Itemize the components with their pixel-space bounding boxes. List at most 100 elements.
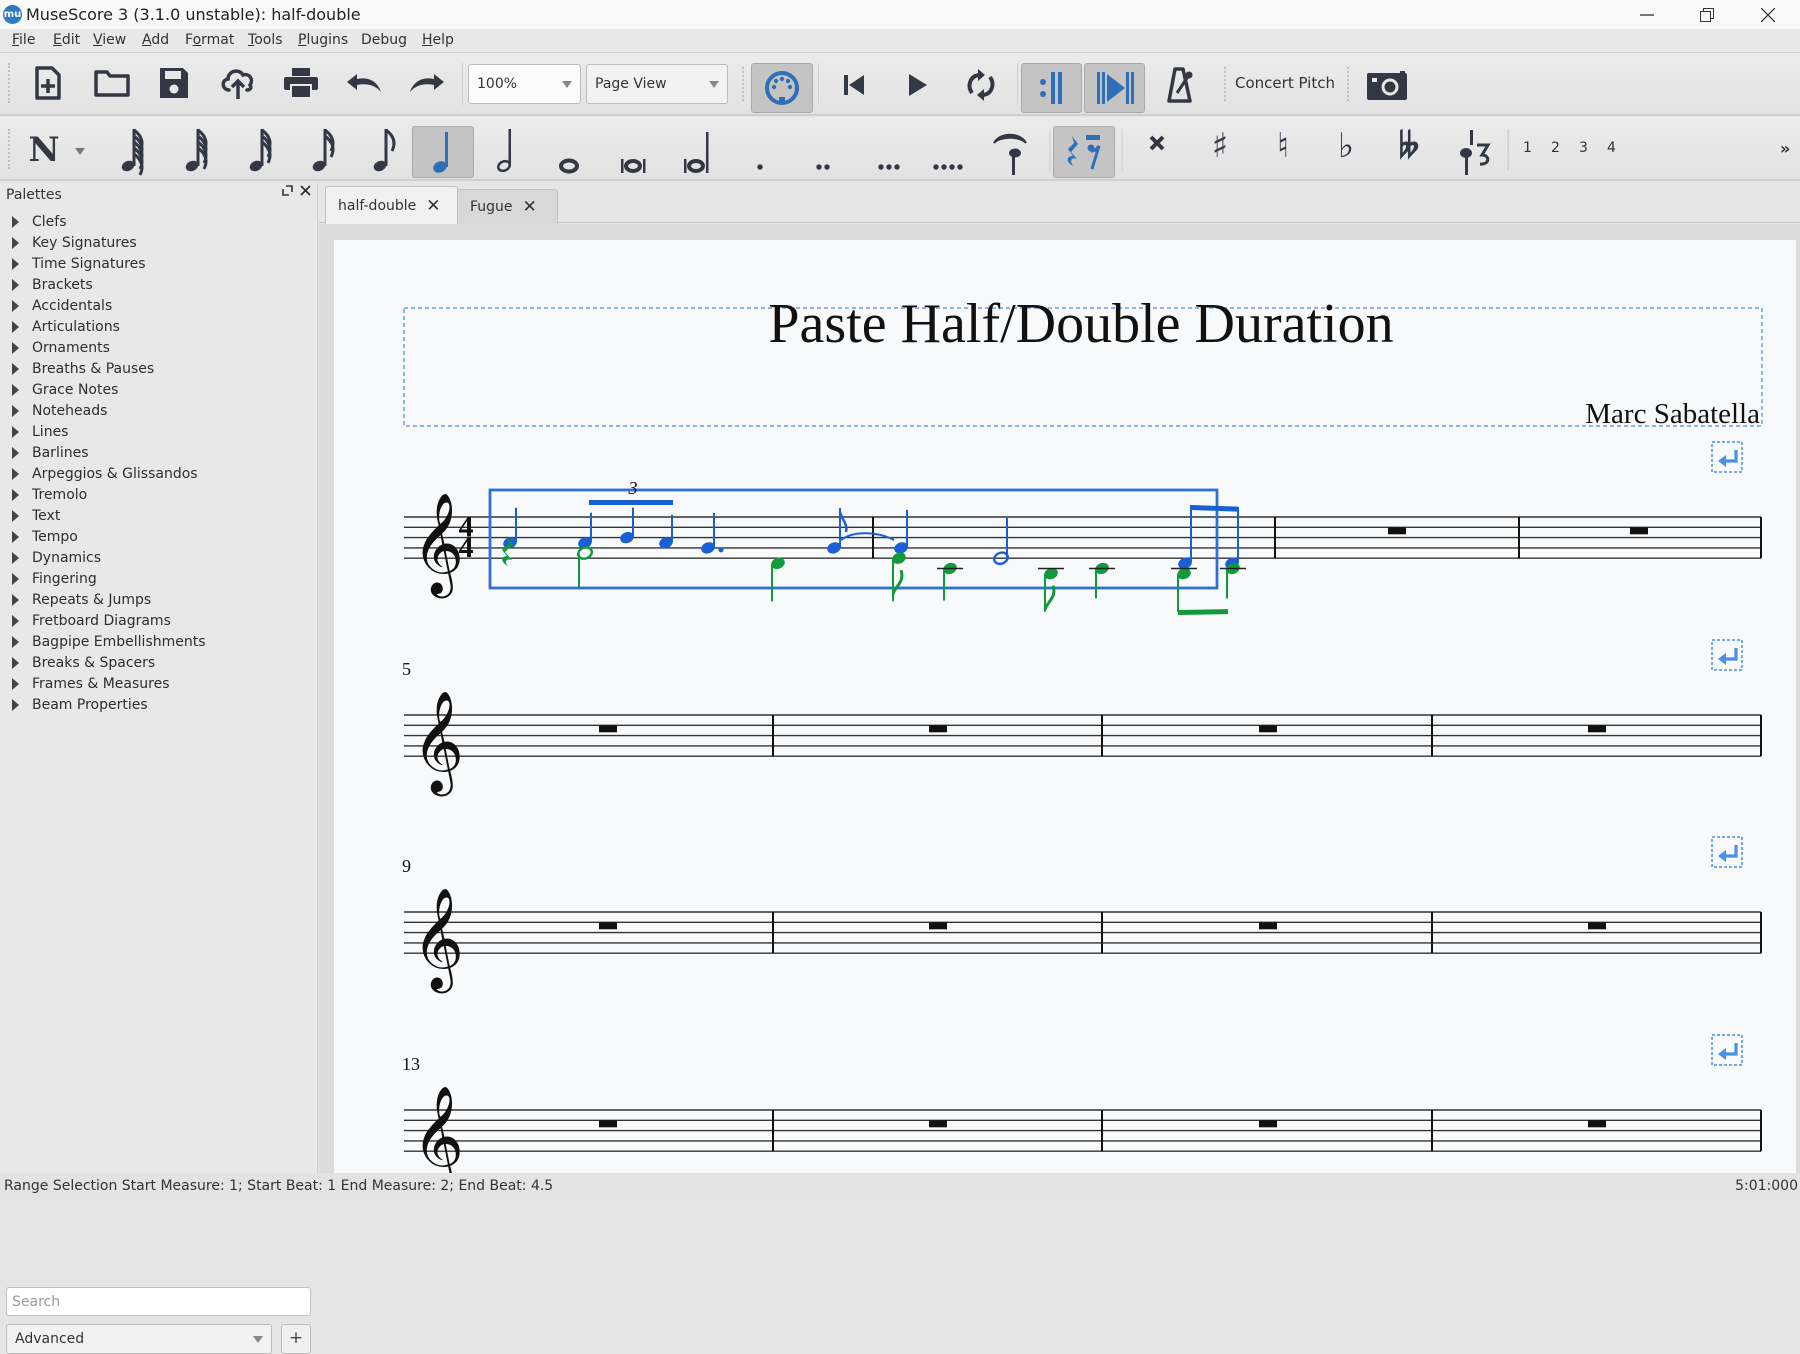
menu-view[interactable]: View bbox=[93, 32, 126, 48]
line-break-marker[interactable] bbox=[1711, 836, 1743, 868]
pan-score-toggle[interactable] bbox=[1084, 63, 1145, 113]
palette-brackets[interactable]: Brackets bbox=[12, 274, 93, 295]
redo-button[interactable] bbox=[405, 63, 449, 103]
metronome-button[interactable] bbox=[1160, 63, 1200, 107]
palette-frames-measures[interactable]: Frames & Measures bbox=[12, 673, 170, 694]
new-score-button[interactable] bbox=[28, 63, 68, 103]
treble-clef-icon[interactable]: 𝄞 bbox=[412, 689, 464, 797]
save-button[interactable] bbox=[153, 63, 195, 103]
duration-eighth-button[interactable] bbox=[372, 128, 396, 173]
voice-2-button[interactable]: 2 bbox=[1551, 140, 1560, 156]
toolbar-grip[interactable] bbox=[8, 63, 12, 103]
whole-rest[interactable] bbox=[1588, 922, 1606, 930]
whole-rest[interactable] bbox=[599, 725, 617, 733]
palette-tempo[interactable]: Tempo bbox=[12, 526, 78, 547]
duration-longa-button[interactable] bbox=[684, 132, 709, 173]
minimize-button[interactable] bbox=[1618, 0, 1676, 29]
loop-playback-button[interactable] bbox=[961, 63, 1001, 107]
time-signature[interactable]: 4 bbox=[459, 531, 474, 564]
whole-rest[interactable] bbox=[1259, 922, 1277, 930]
menu-edit[interactable]: Edit bbox=[53, 32, 80, 48]
treble-clef-icon[interactable]: 𝄞 bbox=[412, 491, 464, 599]
score-title[interactable]: Paste Half/Double Duration bbox=[768, 293, 1393, 355]
rewind-button[interactable] bbox=[834, 65, 874, 105]
workspace-select[interactable]: Advanced bbox=[6, 1324, 272, 1354]
duration-whole-icon[interactable] bbox=[559, 158, 579, 174]
menu-format[interactable]: Format bbox=[185, 32, 234, 48]
note[interactable] bbox=[769, 556, 786, 602]
palette-key-signatures[interactable]: Key Signatures bbox=[12, 232, 137, 253]
note[interactable] bbox=[657, 514, 674, 551]
palette-articulations[interactable]: Articulations bbox=[12, 316, 120, 337]
flip-direction-button[interactable] bbox=[1460, 130, 1491, 175]
whole-rest[interactable] bbox=[1588, 1120, 1606, 1128]
concert-pitch-toggle[interactable]: Concert Pitch bbox=[1235, 69, 1335, 97]
duration-breve-button[interactable] bbox=[621, 159, 646, 173]
whole-rest[interactable] bbox=[1588, 725, 1606, 733]
note[interactable] bbox=[618, 507, 635, 546]
line-break-marker[interactable] bbox=[1711, 1034, 1743, 1066]
palette-time-signatures[interactable]: Time Signatures bbox=[12, 253, 146, 274]
palette-repeats-jumps[interactable]: Repeats & Jumps bbox=[12, 589, 151, 610]
palette-breaks-spacers[interactable]: Breaks & Spacers bbox=[12, 652, 155, 673]
upload-cloud-button[interactable] bbox=[216, 63, 260, 103]
duration-quarter-button[interactable] bbox=[412, 126, 474, 178]
undock-panel-button[interactable] bbox=[282, 185, 293, 200]
note[interactable] bbox=[890, 551, 907, 602]
toolbar-grip[interactable] bbox=[742, 67, 746, 101]
score-composer[interactable]: Marc Sabatella bbox=[1585, 398, 1760, 430]
menu-help[interactable]: Help bbox=[422, 32, 454, 48]
duration-64th-button[interactable] bbox=[120, 128, 144, 176]
toolbar-overflow-button[interactable]: » bbox=[1780, 139, 1790, 158]
palette-noteheads[interactable]: Noteheads bbox=[12, 400, 107, 421]
line-break-marker[interactable] bbox=[1711, 441, 1743, 473]
whole-rest[interactable] bbox=[1259, 1120, 1277, 1128]
voice-3-button[interactable]: 3 bbox=[1579, 140, 1588, 156]
double-flat-icon[interactable]: 𝄫 bbox=[1399, 126, 1419, 166]
whole-rest[interactable] bbox=[1388, 527, 1406, 535]
duration-eighth-note-single-button[interactable] bbox=[311, 128, 335, 173]
open-button[interactable] bbox=[90, 63, 134, 103]
quadruple-dot-button[interactable] bbox=[933, 164, 963, 170]
menu-add[interactable]: Add bbox=[142, 32, 169, 48]
duration-16th-button[interactable] bbox=[248, 128, 272, 173]
whole-rest[interactable] bbox=[929, 1120, 947, 1128]
palette-breaths-pauses[interactable]: Breaths & Pauses bbox=[12, 358, 154, 379]
palette-tremolo[interactable]: Tremolo bbox=[12, 484, 87, 505]
palette-ornaments[interactable]: Ornaments bbox=[12, 337, 110, 358]
whole-rest[interactable] bbox=[1259, 725, 1277, 733]
whole-rest[interactable] bbox=[599, 922, 617, 930]
line-break-marker[interactable] bbox=[1711, 639, 1743, 671]
double-dot-button[interactable] bbox=[816, 164, 830, 170]
menu-debug[interactable]: Debug bbox=[361, 32, 407, 48]
close-tab-icon[interactable]: ✕ bbox=[426, 196, 440, 216]
voice-1-button[interactable]: 1 bbox=[1523, 140, 1532, 156]
palette-fretboard-diagrams[interactable]: Fretboard Diagrams bbox=[12, 610, 171, 631]
palette-clefs[interactable]: Clefs bbox=[12, 211, 67, 232]
print-button[interactable] bbox=[279, 63, 323, 103]
note[interactable] bbox=[576, 512, 593, 551]
natural-icon[interactable]: ♮ bbox=[1277, 126, 1289, 166]
whole-rest[interactable] bbox=[929, 922, 947, 930]
close-panel-button[interactable] bbox=[300, 185, 311, 200]
midi-input-toggle[interactable] bbox=[751, 63, 813, 113]
palette-grace-notes[interactable]: Grace Notes bbox=[12, 379, 118, 400]
palette-beam-properties[interactable]: Beam Properties bbox=[12, 694, 148, 715]
palette-arpeggios-glissandos[interactable]: Arpeggios & Glissandos bbox=[12, 463, 198, 484]
toolbar-grip[interactable] bbox=[1347, 67, 1351, 101]
palette-accidentals[interactable]: Accidentals bbox=[12, 295, 112, 316]
palette-bagpipe-embellishments[interactable]: Bagpipe Embellishments bbox=[12, 631, 206, 652]
palette-lines[interactable]: Lines bbox=[12, 421, 68, 442]
note[interactable] bbox=[937, 561, 963, 601]
view-mode-select[interactable]: Page View bbox=[586, 64, 728, 104]
whole-rest[interactable] bbox=[1630, 527, 1648, 535]
play-repeats-toggle[interactable] bbox=[1021, 63, 1082, 113]
menu-tools[interactable]: Tools bbox=[248, 32, 283, 48]
rest-toggle[interactable] bbox=[1053, 126, 1115, 178]
palette-text[interactable]: Text bbox=[12, 505, 60, 526]
tab-fugue[interactable]: Fugue ✕ bbox=[457, 189, 558, 224]
palette-dynamics[interactable]: Dynamics bbox=[12, 547, 101, 568]
tab-half-double[interactable]: half-double ✕ bbox=[325, 186, 458, 224]
whole-rest[interactable] bbox=[929, 725, 947, 733]
triple-dot-button[interactable] bbox=[878, 164, 900, 170]
